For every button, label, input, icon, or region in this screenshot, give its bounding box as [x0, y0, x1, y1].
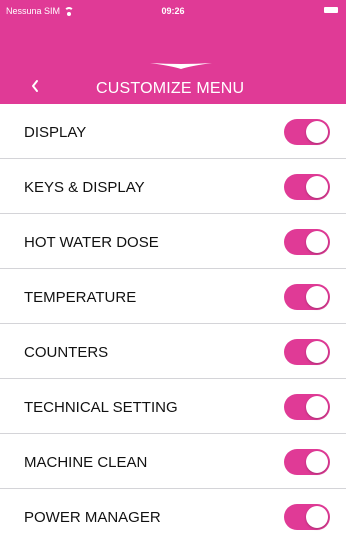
counters-toggle[interactable] — [284, 339, 330, 365]
menu-item-counters: COUNTERS — [0, 324, 346, 379]
menu-item-label: DISPLAY — [24, 124, 87, 141]
menu-item-label: HOT WATER DOSE — [24, 234, 159, 251]
chevron-left-icon — [32, 80, 38, 92]
title-row: CUSTOMIZE MENU — [0, 78, 346, 100]
menu-item-machine-clean: MACHINE CLEAN — [0, 434, 346, 489]
status-bar: Nessuna SIM 09:26 — [0, 0, 346, 22]
toggle-knob — [306, 396, 328, 418]
power-manager-toggle[interactable] — [284, 504, 330, 530]
menu-list: DISPLAY KEYS & DISPLAY HOT WATER DOSE TE… — [0, 104, 346, 542]
menu-item-label: POWER MANAGER — [24, 509, 161, 526]
menu-item-keys-display: KEYS & DISPLAY — [0, 159, 346, 214]
customize-menu-screen: Nessuna SIM 09:26 CUSTOMIZE MENU DISPLAY… — [0, 0, 346, 542]
toggle-knob — [306, 341, 328, 363]
hot-water-dose-toggle[interactable] — [284, 229, 330, 255]
display-toggle[interactable] — [284, 119, 330, 145]
menu-item-display: DISPLAY — [0, 104, 346, 159]
menu-item-label: KEYS & DISPLAY — [24, 179, 145, 196]
menu-item-power-manager: POWER MANAGER — [0, 489, 346, 542]
toggle-knob — [306, 286, 328, 308]
menu-item-label: TECHNICAL SETTING — [24, 399, 178, 416]
toggle-knob — [306, 451, 328, 473]
battery-icon — [324, 7, 338, 13]
menu-item-label: COUNTERS — [24, 344, 109, 361]
technical-setting-toggle[interactable] — [284, 394, 330, 420]
menu-item-hot-water-dose: HOT WATER DOSE — [0, 214, 346, 269]
temperature-toggle[interactable] — [284, 284, 330, 310]
back-button[interactable] — [30, 79, 40, 98]
brand-logo-icon — [150, 63, 212, 69]
toggle-knob — [306, 176, 328, 198]
toggle-knob — [306, 506, 328, 528]
machine-clean-toggle[interactable] — [284, 449, 330, 475]
keys-display-toggle[interactable] — [284, 174, 330, 200]
toggle-knob — [306, 121, 328, 143]
menu-item-label: MACHINE CLEAN — [24, 454, 148, 471]
menu-item-technical-setting: TECHNICAL SETTING — [0, 379, 346, 434]
toggle-knob — [306, 231, 328, 253]
menu-item-label: TEMPERATURE — [24, 289, 137, 306]
menu-item-temperature: TEMPERATURE — [0, 269, 346, 324]
page-title: CUSTOMIZE MENU — [96, 80, 245, 97]
header-bar: Nessuna SIM 09:26 CUSTOMIZE MENU — [0, 0, 346, 104]
status-time: 09:26 — [161, 6, 185, 16]
